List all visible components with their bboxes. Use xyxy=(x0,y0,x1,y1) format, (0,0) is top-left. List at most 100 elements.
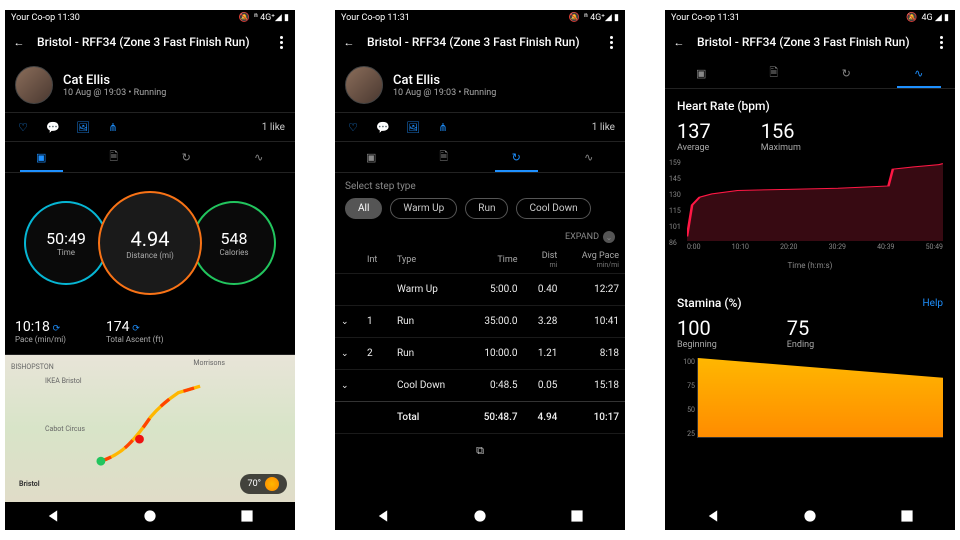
chip-run[interactable]: Run xyxy=(465,198,508,219)
hr-line xyxy=(687,159,943,241)
summary-icon: ▣ xyxy=(696,67,706,80)
nav-recent[interactable] xyxy=(240,509,254,523)
map-label-bristol: Bristol xyxy=(19,480,40,488)
tab-laps[interactable]: ↻ xyxy=(480,142,553,172)
header-dist-unit: mi xyxy=(530,261,558,269)
stats-row: 10:18 ⟳ Pace (min/mi) 174 ⟳ Total Ascent… xyxy=(5,313,295,355)
nav-bar xyxy=(5,502,295,530)
add-photo-icon[interactable]: 🖼 xyxy=(405,119,421,135)
hr-chart[interactable]: 15914513011510186 0:0010:1020:2030:2940:… xyxy=(669,159,951,259)
time-label: Time xyxy=(57,248,75,257)
summary-icon: ▣ xyxy=(366,151,376,164)
table-row-total: Total 50:48.7 4.94 10:17 xyxy=(335,402,625,434)
laps-icon: ↻ xyxy=(182,151,191,164)
share-icon[interactable]: ⋔ xyxy=(105,119,121,135)
back-icon[interactable]: ← xyxy=(11,34,27,50)
stamina-chart[interactable]: 100755025 xyxy=(677,358,943,438)
ring-calories: 548 Calories xyxy=(192,201,276,285)
calories-value: 548 xyxy=(221,229,248,248)
tab-summary[interactable]: ▣ xyxy=(335,142,408,172)
stamina-end-value: 75 xyxy=(787,316,814,340)
tab-charts[interactable]: ∿ xyxy=(553,142,626,172)
map[interactable]: BISHOPSTON IKEA Bristol Morrisons Cabot … xyxy=(5,355,295,502)
chip-cooldown[interactable]: Cool Down xyxy=(516,198,590,219)
activity-subtitle: 10 Aug @ 19:03 • Running xyxy=(63,88,166,98)
user-name: Cat Ellis xyxy=(63,73,166,88)
more-icon[interactable] xyxy=(603,34,619,50)
back-icon[interactable]: ← xyxy=(341,34,357,50)
tab-summary[interactable]: ▣ xyxy=(665,58,738,88)
tab-details[interactable]: 🗎 xyxy=(738,58,811,88)
tab-details[interactable]: 🗎 xyxy=(408,142,481,172)
weather-badge[interactable]: 70° xyxy=(240,474,287,494)
ring-time: 50:49 Time xyxy=(24,201,108,285)
sun-icon xyxy=(265,477,279,491)
tab-laps[interactable]: ↻ xyxy=(810,58,883,88)
chip-all[interactable]: All xyxy=(345,198,382,219)
page-title: Bristol - RFF34 (Zone 3 Fast Finish Run) xyxy=(367,35,593,49)
laps-icon: ↻ xyxy=(512,151,521,164)
table-row[interactable]: Warm Up5:00.00.4012:27 xyxy=(335,274,625,306)
nav-back[interactable] xyxy=(706,509,720,523)
chip-warmup[interactable]: Warm Up xyxy=(390,198,457,219)
social-row: ♡ 💬 🖼 ⋔ 1 like xyxy=(335,113,625,142)
hr-stats: 137Average 156Maximum xyxy=(665,119,955,159)
header-time: Time xyxy=(466,247,523,274)
more-icon[interactable] xyxy=(273,34,289,50)
tab-details[interactable]: 🗎 xyxy=(78,142,151,172)
more-icon[interactable] xyxy=(933,34,949,50)
add-photo-icon[interactable]: 🖼 xyxy=(75,119,91,135)
map-label-bishopston: BISHOPSTON xyxy=(11,363,54,371)
distance-value: 4.94 xyxy=(131,227,170,251)
stamina-fill xyxy=(698,358,943,437)
nav-bar xyxy=(665,502,955,530)
nav-recent[interactable] xyxy=(900,509,914,523)
like-count[interactable]: 1 like xyxy=(262,122,285,133)
header-int: Int xyxy=(361,247,391,274)
comment-icon[interactable]: 💬 xyxy=(45,119,61,135)
stamina-end-label: Ending xyxy=(787,340,814,350)
avatar[interactable] xyxy=(345,66,383,104)
total-time: 50:48.7 xyxy=(466,402,523,434)
pace-trend-icon: ⟳ xyxy=(53,324,61,334)
tab-charts[interactable]: ∿ xyxy=(883,58,956,88)
stamina-begin-value: 100 xyxy=(677,316,717,340)
ascent-value: 174 xyxy=(106,319,130,335)
nav-home[interactable] xyxy=(803,509,817,523)
tab-charts[interactable]: ∿ xyxy=(223,142,296,172)
laps-icon: ↻ xyxy=(842,67,851,80)
hr-title: Heart Rate (bpm) xyxy=(665,89,955,119)
tab-summary[interactable]: ▣ xyxy=(5,142,78,172)
stamina-title: Stamina (%) xyxy=(677,296,742,310)
nav-recent[interactable] xyxy=(570,509,584,523)
back-icon[interactable]: ← xyxy=(671,34,687,50)
comment-icon[interactable]: 💬 xyxy=(375,119,391,135)
nav-home[interactable] xyxy=(143,509,157,523)
share-icon[interactable]: ⋔ xyxy=(435,119,451,135)
like-count[interactable]: 1 like xyxy=(592,122,615,133)
user-row: Cat Ellis 10 Aug @ 19:03 • Running xyxy=(335,58,625,113)
avatar[interactable] xyxy=(15,66,53,104)
expand-row[interactable]: EXPAND ⌄ xyxy=(335,227,625,247)
header-type: Type xyxy=(391,247,466,274)
app-bar: ← Bristol - RFF34 (Zone 3 Fast Finish Ru… xyxy=(335,26,625,58)
chevron-down-icon: ⌄ xyxy=(603,231,615,243)
signal-indicator: 4G ◢ ▮ xyxy=(921,13,949,23)
table-row[interactable]: ⌄2Run10:00.01.218:18 xyxy=(335,338,625,370)
nav-bar xyxy=(335,502,625,530)
like-icon[interactable]: ♡ xyxy=(15,119,31,135)
like-icon[interactable]: ♡ xyxy=(345,119,361,135)
nav-back[interactable] xyxy=(46,509,60,523)
charts-icon: ∿ xyxy=(584,151,593,164)
nav-back[interactable] xyxy=(376,509,390,523)
compare-button[interactable]: ⧉ xyxy=(335,433,625,468)
table-row[interactable]: ⌄1Run35:00.03.2810:41 xyxy=(335,306,625,338)
divider xyxy=(665,276,955,280)
nav-home[interactable] xyxy=(473,509,487,523)
route-icon xyxy=(49,384,252,472)
table-row[interactable]: ⌄Cool Down0:48.50.0515:18 xyxy=(335,370,625,402)
total-dist: 4.94 xyxy=(524,402,564,434)
tab-laps[interactable]: ↻ xyxy=(150,142,223,172)
expand-label: EXPAND xyxy=(565,232,599,242)
help-link[interactable]: Help xyxy=(923,298,943,309)
